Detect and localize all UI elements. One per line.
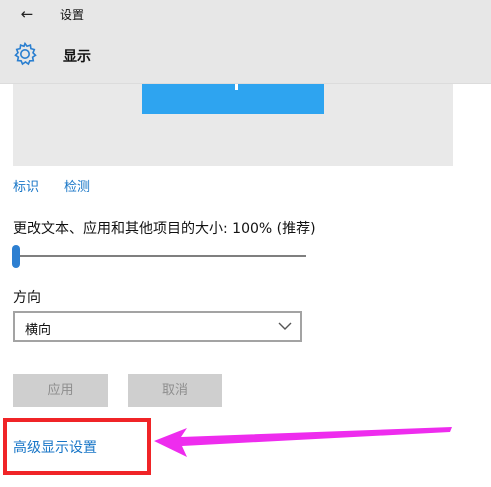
apply-button[interactable]: 应用 (13, 374, 108, 407)
monitor-1[interactable] (142, 84, 324, 114)
back-button[interactable]: ← (15, 4, 39, 24)
orientation-select[interactable]: 横向 (13, 311, 302, 342)
cancel-button[interactable]: 取消 (128, 374, 222, 407)
page-header: 显示 (0, 31, 491, 84)
monitor-marker (235, 84, 238, 90)
display-preview (13, 84, 453, 166)
scale-slider-thumb[interactable] (12, 245, 20, 268)
page-title: 显示 (63, 49, 91, 65)
scale-slider-track[interactable] (13, 255, 306, 257)
gear-icon (14, 41, 37, 66)
title-bar: ← 设置 (0, 0, 491, 31)
arrow-left-icon: ← (20, 5, 34, 23)
orientation-selected-value: 横向 (25, 323, 52, 338)
chevron-down-icon (278, 322, 292, 330)
detect-link[interactable]: 检测 (64, 176, 90, 195)
highlight-box (3, 418, 151, 475)
orientation-label: 方向 (13, 290, 41, 306)
app-title: 设置 (60, 8, 85, 22)
scale-label: 更改文本、应用和其他项目的大小: 100% (推荐) (13, 221, 316, 237)
identify-link[interactable]: 标识 (13, 176, 39, 195)
